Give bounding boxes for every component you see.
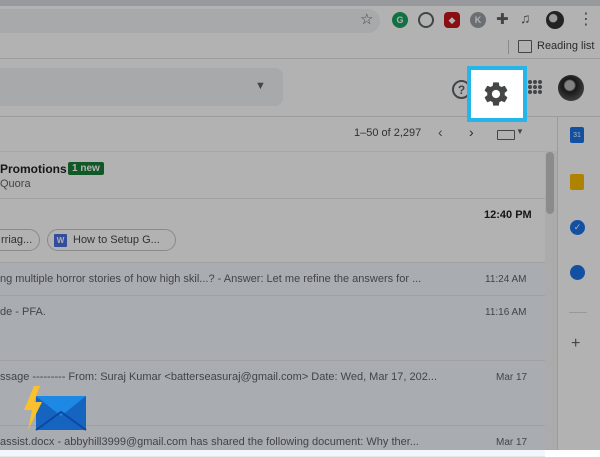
row-snippet: ng multiple horror stories of how high s… <box>0 273 422 285</box>
row-time: 11:24 AM <box>485 274 527 285</box>
k-extension-icon[interactable]: K <box>470 12 486 28</box>
row-snippet: ssage --------- From: Suraj Kumar <batte… <box>0 371 438 383</box>
star-icon[interactable]: ☆ <box>360 11 373 29</box>
keyboard-icon[interactable] <box>497 130 515 140</box>
bookmarks-bar <box>0 36 600 59</box>
grammarly-icon[interactable]: G <box>392 12 408 28</box>
row-time: Mar 17 <box>496 372 528 383</box>
profile-icon[interactable] <box>546 11 564 29</box>
pagination-range: 1–50 of 2,297 <box>354 127 422 139</box>
row-time: 11:16 AM <box>485 307 527 318</box>
reading-list-icon[interactable] <box>518 40 532 53</box>
attachment-chip[interactable]: rriag... <box>0 229 40 251</box>
reading-list-label[interactable]: Reading list <box>537 40 594 52</box>
puzzle-icon[interactable]: ✚ <box>496 10 509 28</box>
kebab-menu-icon[interactable]: ⋮ <box>578 9 594 29</box>
new-badge: 1 new <box>68 162 104 175</box>
row-snippet: de - PFA. <box>0 306 46 318</box>
settings-gear-icon[interactable] <box>482 80 510 108</box>
tasks-icon[interactable]: ✓ <box>570 220 585 235</box>
calendar-icon[interactable]: 31 <box>570 127 584 143</box>
attachment-chip-label: rriag... <box>1 234 33 246</box>
keep-icon[interactable] <box>570 174 584 190</box>
scrollbar-thumb[interactable] <box>546 152 554 214</box>
dropdown-caret-icon[interactable]: ▼ <box>255 80 266 92</box>
promotions-title: Promotions <box>0 162 67 176</box>
row-time: 12:40 PM <box>484 209 532 221</box>
brand-logo-icon <box>24 386 87 431</box>
address-bar[interactable] <box>0 9 380 33</box>
promotions-sender: Quora <box>0 178 31 190</box>
side-panel-divider <box>569 312 587 313</box>
row-snippet: assist.docx - abbyhill3999@gmail.com has… <box>0 436 419 448</box>
media-icon[interactable]: ♫ <box>520 10 531 26</box>
globe-icon[interactable] <box>418 12 434 28</box>
mail-toolbar <box>0 117 545 152</box>
row-time: Mar 17 <box>496 437 528 448</box>
plus-icon[interactable]: + <box>571 335 580 353</box>
attachment-chip-label: How to Setup G... <box>73 234 160 246</box>
search-input[interactable] <box>0 68 283 106</box>
chevron-left-icon[interactable]: ‹ <box>438 124 443 140</box>
contacts-icon[interactable] <box>570 265 585 280</box>
ublock-icon[interactable]: ◆ <box>444 12 460 28</box>
chevron-right-icon[interactable]: › <box>469 124 474 140</box>
bookmarks-divider <box>508 40 509 54</box>
promotions-row[interactable] <box>0 152 545 199</box>
attachment-chip[interactable]: W How to Setup G... <box>47 229 176 251</box>
word-doc-icon: W <box>54 233 67 247</box>
apps-grid-icon[interactable] <box>528 80 542 94</box>
avatar[interactable] <box>558 75 584 101</box>
side-panel <box>557 117 600 450</box>
keyboard-caret-icon[interactable]: ▼ <box>516 127 524 136</box>
